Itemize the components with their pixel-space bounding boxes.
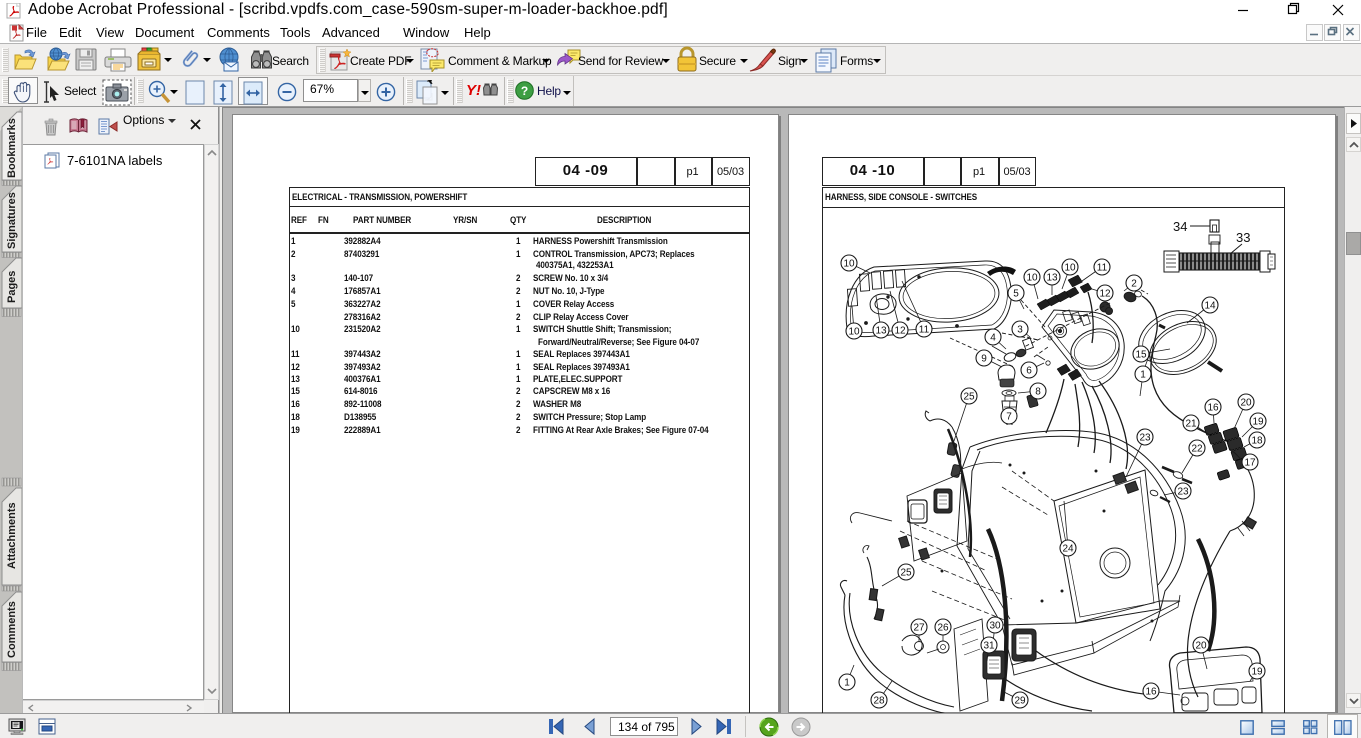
svg-text:18: 18 (1251, 436, 1263, 447)
svg-text:23: 23 (1177, 487, 1189, 498)
svg-text:27: 27 (913, 623, 925, 634)
svg-text:10: 10 (843, 259, 855, 270)
svg-text:13: 13 (1046, 273, 1058, 284)
svg-text:20: 20 (1195, 641, 1207, 652)
svg-text:19: 19 (1252, 417, 1264, 428)
svg-text:7: 7 (1006, 412, 1012, 423)
svg-text:15: 15 (1135, 350, 1147, 361)
svg-text:10: 10 (1026, 273, 1038, 284)
svg-text:28: 28 (873, 696, 885, 707)
svg-text:1: 1 (1140, 370, 1146, 381)
svg-text:12: 12 (1099, 289, 1111, 300)
svg-text:31: 31 (983, 641, 995, 652)
svg-text:29: 29 (1014, 696, 1026, 707)
svg-text:16: 16 (1207, 403, 1219, 414)
svg-text:2: 2 (1131, 279, 1137, 290)
svg-text:34: 34 (1173, 219, 1187, 234)
svg-text:16: 16 (1145, 687, 1157, 698)
svg-text:14: 14 (1204, 301, 1216, 312)
svg-text:Attachments: Attachments (6, 502, 18, 569)
svg-text:25: 25 (900, 568, 912, 579)
svg-text:19: 19 (1251, 667, 1263, 678)
svg-text:Comments: Comments (6, 601, 18, 658)
svg-text:33: 33 (1236, 230, 1250, 245)
svg-text:1: 1 (844, 678, 850, 689)
svg-text:26: 26 (937, 623, 949, 634)
svg-text:12: 12 (894, 326, 906, 337)
svg-text:13: 13 (875, 326, 887, 337)
svg-text:22: 22 (1191, 444, 1203, 455)
svg-text:11: 11 (1097, 263, 1108, 274)
svg-text:10: 10 (1064, 263, 1076, 274)
svg-text:3: 3 (1017, 325, 1023, 336)
svg-text:4: 4 (990, 333, 996, 344)
svg-text:11: 11 (919, 325, 930, 336)
svg-text:5: 5 (1013, 289, 1019, 300)
svg-text:17: 17 (1244, 458, 1256, 469)
svg-text:9: 9 (981, 354, 987, 365)
svg-text:20: 20 (1240, 398, 1252, 409)
svg-text:Pages: Pages (6, 271, 18, 303)
svg-text:25: 25 (963, 392, 975, 403)
svg-text:21: 21 (1185, 419, 1197, 430)
svg-text:8: 8 (1035, 387, 1041, 398)
svg-text:30: 30 (989, 621, 1001, 632)
svg-text:23: 23 (1139, 433, 1151, 444)
svg-text:6: 6 (1026, 366, 1032, 377)
svg-text:Bookmarks: Bookmarks (6, 118, 18, 178)
svg-text:24: 24 (1062, 544, 1074, 555)
svg-text:Signatures: Signatures (6, 192, 18, 249)
svg-text:10: 10 (848, 327, 860, 338)
